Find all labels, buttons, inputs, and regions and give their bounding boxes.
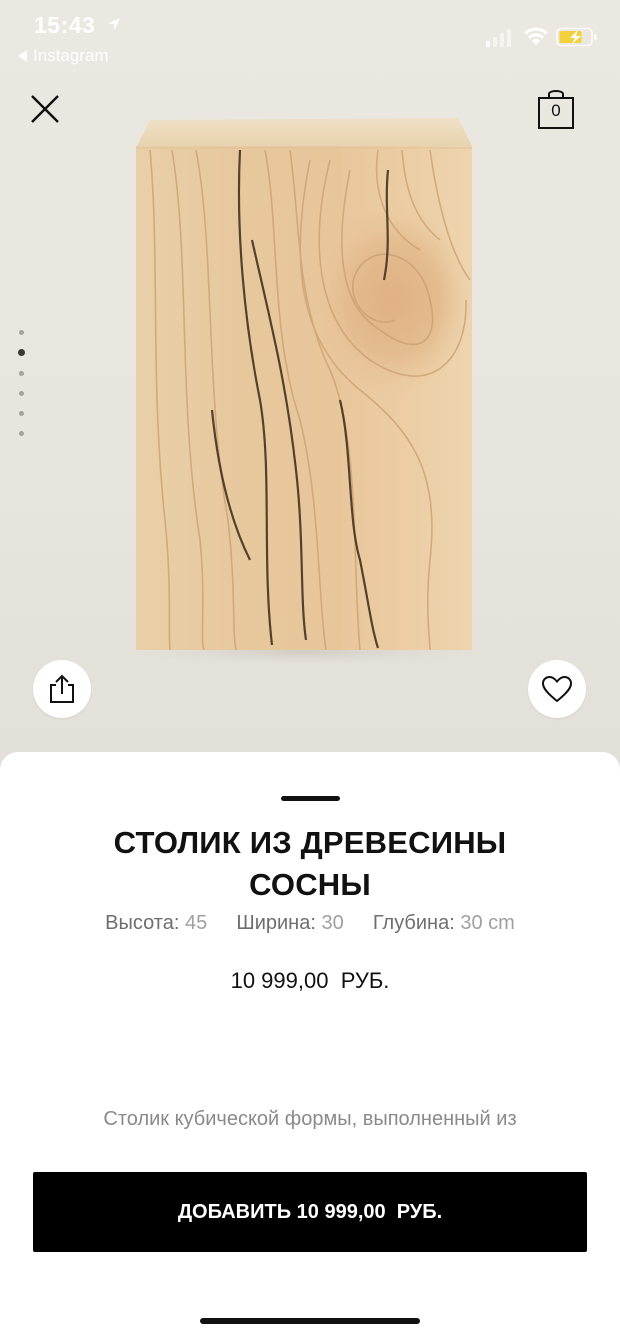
back-app-label: Instagram	[33, 46, 109, 65]
sheet-grabber[interactable]	[281, 796, 340, 801]
depth-value: 30 cm	[460, 912, 515, 934]
product-price: 10 999,00 РУБ.	[230, 968, 390, 993]
product-title-line1: СТОЛИК ИЗ ДРЕВЕСИНЫ	[113, 825, 507, 860]
favorite-button[interactable]	[528, 660, 586, 718]
width-label: Ширина:	[236, 912, 316, 934]
back-to-app-link[interactable]: Instagram	[18, 46, 109, 66]
product-details-sheet: СТОЛИК ИЗ ДРЕВЕСИНЫ СОСНЫ Высота: 45 Шир…	[0, 752, 620, 1341]
home-indicator[interactable]	[200, 1318, 420, 1324]
share-button[interactable]	[33, 660, 91, 718]
product-description[interactable]: Столик кубической формы, выполненный из	[0, 1108, 620, 1131]
signal-icon	[486, 29, 511, 47]
close-icon[interactable]	[28, 92, 62, 126]
product-dimensions: Высота: 45 Ширина: 30 Глубина: 30 cm	[0, 912, 620, 935]
back-arrow-icon	[18, 50, 27, 62]
height-label: Высота:	[105, 912, 180, 934]
product-title: СТОЛИК ИЗ ДРЕВЕСИНЫ СОСНЫ	[40, 822, 580, 906]
gallery-dot[interactable]	[19, 330, 24, 335]
gallery-dot-active[interactable]	[18, 349, 25, 356]
gallery-dot[interactable]	[19, 391, 24, 396]
wifi-icon	[524, 27, 548, 45]
product-screen: 15:43 Instagram 0 СТОЛИК ИЗ ДРЕВЕСИНЫ СО…	[0, 0, 620, 1341]
gallery-dot[interactable]	[19, 411, 24, 416]
cart-count: 0	[551, 101, 561, 120]
heart-icon	[541, 675, 573, 703]
gallery-dot[interactable]	[19, 371, 24, 376]
height-value: 45	[184, 912, 208, 934]
add-to-cart-button[interactable]: ДОБАВИТЬ 10 999,00 РУБ.	[33, 1172, 587, 1252]
depth-label: Глубина:	[372, 912, 455, 934]
share-icon	[50, 674, 74, 703]
product-image	[102, 118, 502, 666]
location-arrow-icon	[108, 18, 120, 30]
battery-charging-icon	[556, 27, 597, 47]
gallery-dot[interactable]	[19, 431, 24, 436]
width-value: 30	[321, 912, 344, 934]
cart-button[interactable]: 0	[536, 88, 576, 130]
product-title-line2: СОСНЫ	[249, 867, 371, 902]
product-photo[interactable]	[0, 0, 620, 800]
status-time: 15:43	[34, 12, 96, 38]
